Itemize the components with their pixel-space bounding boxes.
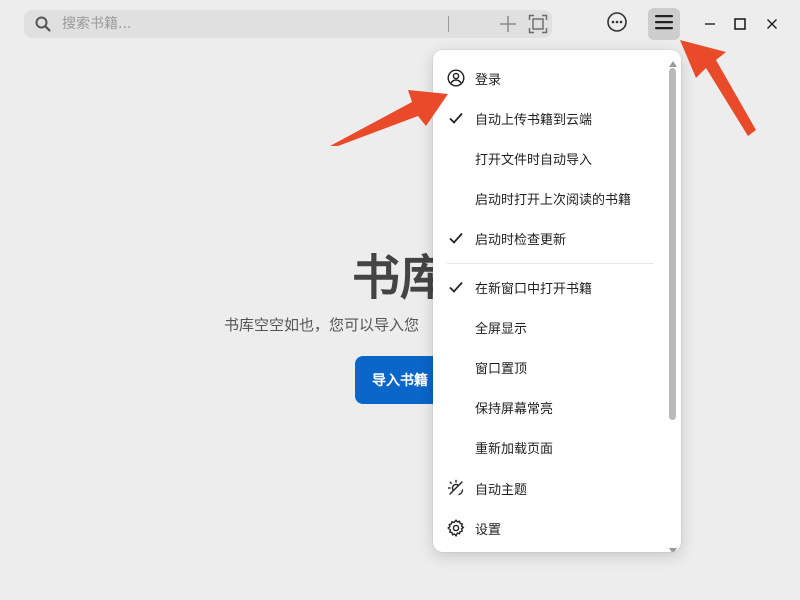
library-empty-text: 书库空空如也，您可以导入您 bbox=[224, 316, 420, 334]
close-icon bbox=[766, 15, 778, 34]
check-icon bbox=[447, 278, 465, 296]
menu-item-open-last-book[interactable]: 启动时打开上次阅读的书籍 bbox=[433, 178, 665, 218]
menu-item-auto-import[interactable]: 打开文件时自动导入 bbox=[433, 138, 665, 178]
menu-item-label: 自动上传书籍到云端 bbox=[475, 113, 593, 128]
gear-icon bbox=[447, 519, 465, 537]
minimize-icon bbox=[704, 15, 716, 34]
plus-icon[interactable] bbox=[498, 14, 518, 38]
menu-item-always-on-top[interactable]: 窗口置顶 bbox=[433, 347, 665, 387]
close-button[interactable] bbox=[760, 12, 784, 36]
menu-item-new-window[interactable]: 在新窗口中打开书籍 bbox=[433, 267, 665, 307]
auto-theme-icon bbox=[447, 479, 465, 497]
annotation-arrow-icon bbox=[680, 40, 756, 136]
menu-item-label: 保持屏幕常亮 bbox=[475, 402, 554, 417]
menu-item-check-updates[interactable]: 启动时检查更新 bbox=[433, 218, 665, 258]
menu-item-fullscreen[interactable]: 全屏显示 bbox=[433, 307, 665, 347]
menu-item-label: 窗口置顶 bbox=[475, 362, 528, 377]
menu-item-settings[interactable]: 设置 bbox=[433, 508, 665, 548]
menu-divider bbox=[447, 263, 654, 264]
menu-item-label: 重新加载页面 bbox=[475, 442, 554, 457]
menu-item-label: 全屏显示 bbox=[475, 322, 528, 337]
menu-item-label: 设置 bbox=[475, 523, 502, 538]
menu-item-auto-theme[interactable]: 自动主题 bbox=[433, 468, 665, 508]
main-menu-button[interactable] bbox=[648, 8, 680, 40]
search-divider bbox=[448, 16, 449, 32]
maximize-icon bbox=[734, 15, 746, 34]
menu-item-label: 启动时检查更新 bbox=[475, 233, 567, 248]
minimize-button[interactable] bbox=[698, 12, 722, 36]
menu-scrollbar-thumb[interactable] bbox=[669, 68, 676, 420]
scroll-down-icon[interactable] bbox=[668, 540, 678, 552]
menu-item-label: 自动主题 bbox=[475, 483, 528, 498]
more-button[interactable] bbox=[602, 9, 632, 39]
maximize-button[interactable] bbox=[728, 12, 752, 36]
menu-item-label: 在新窗口中打开书籍 bbox=[475, 282, 593, 297]
menu-item-auto-upload[interactable]: 自动上传书籍到云端 bbox=[433, 98, 665, 138]
search-icon bbox=[35, 16, 51, 36]
more-circle-icon bbox=[606, 11, 628, 37]
main-menu-dropdown: 登录 自动上传书籍到云端 打开文件时自动导入 启动时打开上次阅读的书籍 启动时检… bbox=[433, 50, 681, 552]
check-icon bbox=[447, 229, 465, 247]
menu-item-reload-page[interactable]: 重新加载页面 bbox=[433, 427, 665, 467]
search-bar[interactable] bbox=[24, 10, 552, 38]
menu-item-label: 启动时打开上次阅读的书籍 bbox=[475, 193, 632, 208]
menu-item-login[interactable]: 登录 bbox=[433, 58, 665, 98]
menu-item-label: 打开文件时自动导入 bbox=[475, 153, 593, 168]
scan-frame-icon[interactable] bbox=[528, 14, 548, 38]
menu-item-keep-screen-on[interactable]: 保持屏幕常亮 bbox=[433, 387, 665, 427]
search-input[interactable] bbox=[62, 14, 422, 34]
menu-item-label: 登录 bbox=[475, 73, 502, 88]
annotation-arrow-icon bbox=[330, 90, 448, 146]
hamburger-icon bbox=[655, 14, 673, 34]
